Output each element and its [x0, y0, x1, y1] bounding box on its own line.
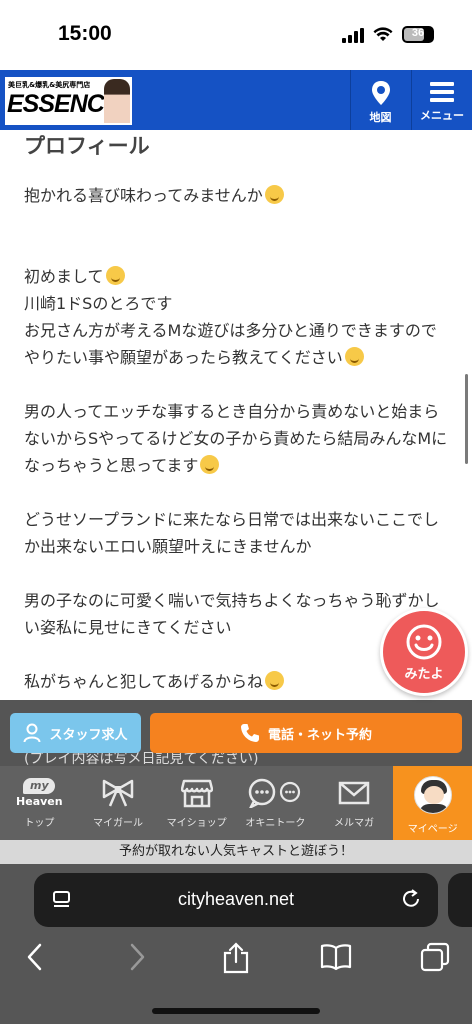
call-reserve-label: 電話・ネット予約 — [267, 727, 372, 743]
profile-line: 男の子なのに可愛く喘いで気持ちよくなっちゃう恥ずかしい姿私に見せにきてください — [24, 591, 440, 637]
profile-line: お兄さん方が考えるMな遊びは多分ひと通りできますのでやりたい事や願望があったら教… — [24, 321, 437, 367]
logo-name: ESSENCE — [7, 90, 120, 118]
map-pin-icon — [371, 81, 390, 105]
staff-recruit-label: スタッフ求人 — [49, 727, 128, 743]
wifi-icon — [373, 27, 393, 41]
logo-photo — [104, 79, 130, 123]
profile-paragraph: 初めまして 川崎1ドSのとろです お兄さん方が考えるMな遊びは多分ひと通りできま… — [24, 263, 452, 371]
person-icon — [23, 723, 41, 743]
map-label: 地図 — [369, 111, 392, 124]
tab-my-page[interactable]: マイページ — [393, 766, 472, 840]
profile-content: プロフィール 抱かれる喜び味わってみませんか 初めまして 川崎1ドSのとろです … — [24, 126, 452, 706]
pensive-emoji-icon — [200, 455, 220, 474]
reload-icon[interactable] — [400, 888, 422, 910]
status-time: 15:00 — [58, 22, 112, 45]
profile-line: 川崎1ドSのとろです — [24, 294, 173, 313]
mitayo-button[interactable]: みたよ — [380, 608, 468, 696]
profile-line: 男の人ってエッチな事するとき自分から責めないと始まらないからSやってるけど女の子… — [24, 402, 448, 475]
smiling-emoji-icon — [105, 266, 125, 285]
site-header: 美巨乳&爆乳&美尻専門店 ESSENCE 地図 メニュー — [0, 70, 472, 130]
profile-paragraph: 男の人ってエッチな事するとき自分から責めないと始まらないからSやってるけど女の子… — [24, 398, 452, 479]
promo-banner[interactable]: 予約が取れない人気キャストと遊ぼう！ — [0, 840, 472, 864]
back-icon[interactable] — [24, 942, 46, 972]
profile-line: 抱かれる喜び味わってみませんか — [24, 186, 263, 205]
browser-toolbar: cityheaven.net — [0, 864, 472, 1024]
logo-tagline: 美巨乳&爆乳&美尻専門店 — [8, 81, 91, 89]
status-bar: 15:00 36 — [0, 0, 472, 70]
hamburger-icon — [430, 82, 454, 102]
scrollbar-thumb[interactable] — [465, 374, 468, 464]
profile-line: 初めまして — [24, 267, 104, 286]
mitayo-label: みたよ — [404, 667, 444, 682]
bottom-tab-bar: my Heaven トップ マイガール マイショップ オキニトーク メルマガ マ… — [0, 766, 472, 840]
battery-level: 36 — [411, 27, 425, 39]
url-text: cityheaven.net — [177, 889, 295, 909]
tab-label: メルマガ — [334, 818, 375, 829]
menu-button[interactable]: メニュー — [411, 70, 472, 130]
phone-icon — [240, 724, 259, 742]
forward-icon[interactable] — [126, 942, 148, 972]
profile-paragraph: どうせソープランドに来たなら日常では出来ないここでしか出来ないエロい願望叶えにき… — [24, 506, 452, 560]
tab-my-shop[interactable]: マイショップ — [157, 766, 236, 840]
tabs-icon[interactable] — [420, 942, 450, 972]
ribbon-icon — [102, 779, 134, 807]
shop-icon — [180, 779, 213, 808]
profile-line: どうせソープランドに来たなら日常では出来ないここでしか出来ないエロい願望叶えにき… — [24, 510, 440, 556]
tab-label: マイショップ — [166, 818, 227, 829]
tab-okini-talk[interactable]: オキニトーク — [236, 766, 315, 840]
bookmarks-icon[interactable] — [320, 942, 352, 972]
profile-paragraph: 抱かれる喜び味わってみませんか — [24, 182, 452, 209]
my-heaven-icon: my Heaven — [14, 778, 64, 810]
kissing-emoji-icon — [265, 671, 285, 690]
tab-label: マイページ — [407, 824, 458, 835]
tab-label: オキニトーク — [245, 818, 306, 829]
staff-recruit-button[interactable]: スタッフ求人 — [10, 713, 141, 753]
map-button[interactable]: 地図 — [350, 70, 410, 130]
kissing-emoji-icon — [344, 347, 364, 366]
status-icons: 36 — [342, 26, 434, 43]
tab-label: マイガール — [93, 818, 143, 829]
smiling-emoji-icon — [264, 185, 284, 204]
tab-label: トップ — [24, 818, 55, 829]
call-reserve-button[interactable]: 電話・ネット予約 — [150, 713, 462, 753]
tab-my-girl[interactable]: マイガール — [79, 766, 158, 840]
profile-line: 私がちゃんと犯してあげるからね — [24, 672, 264, 691]
avatar-icon — [413, 776, 452, 814]
battery-icon: 36 — [402, 26, 434, 43]
address-bar[interactable]: cityheaven.net — [34, 873, 438, 927]
share-icon[interactable] — [222, 942, 250, 974]
heaven-logo-top: my — [23, 778, 56, 794]
tab-mail-magazine[interactable]: メルマガ — [315, 766, 394, 840]
shop-logo[interactable]: 美巨乳&爆乳&美尻専門店 ESSENCE — [5, 77, 132, 125]
home-indicator — [152, 1008, 320, 1014]
chat-icon — [249, 778, 301, 808]
smile-icon — [406, 624, 442, 660]
cellular-signal-icon — [342, 27, 364, 43]
heaven-logo-bottom: Heaven — [16, 795, 63, 808]
menu-label: メニュー — [420, 109, 464, 122]
tab-top[interactable]: my Heaven トップ — [0, 766, 79, 840]
mail-icon — [338, 781, 370, 805]
profile-title: プロフィール — [24, 134, 150, 158]
next-tab-preview[interactable] — [448, 873, 472, 927]
